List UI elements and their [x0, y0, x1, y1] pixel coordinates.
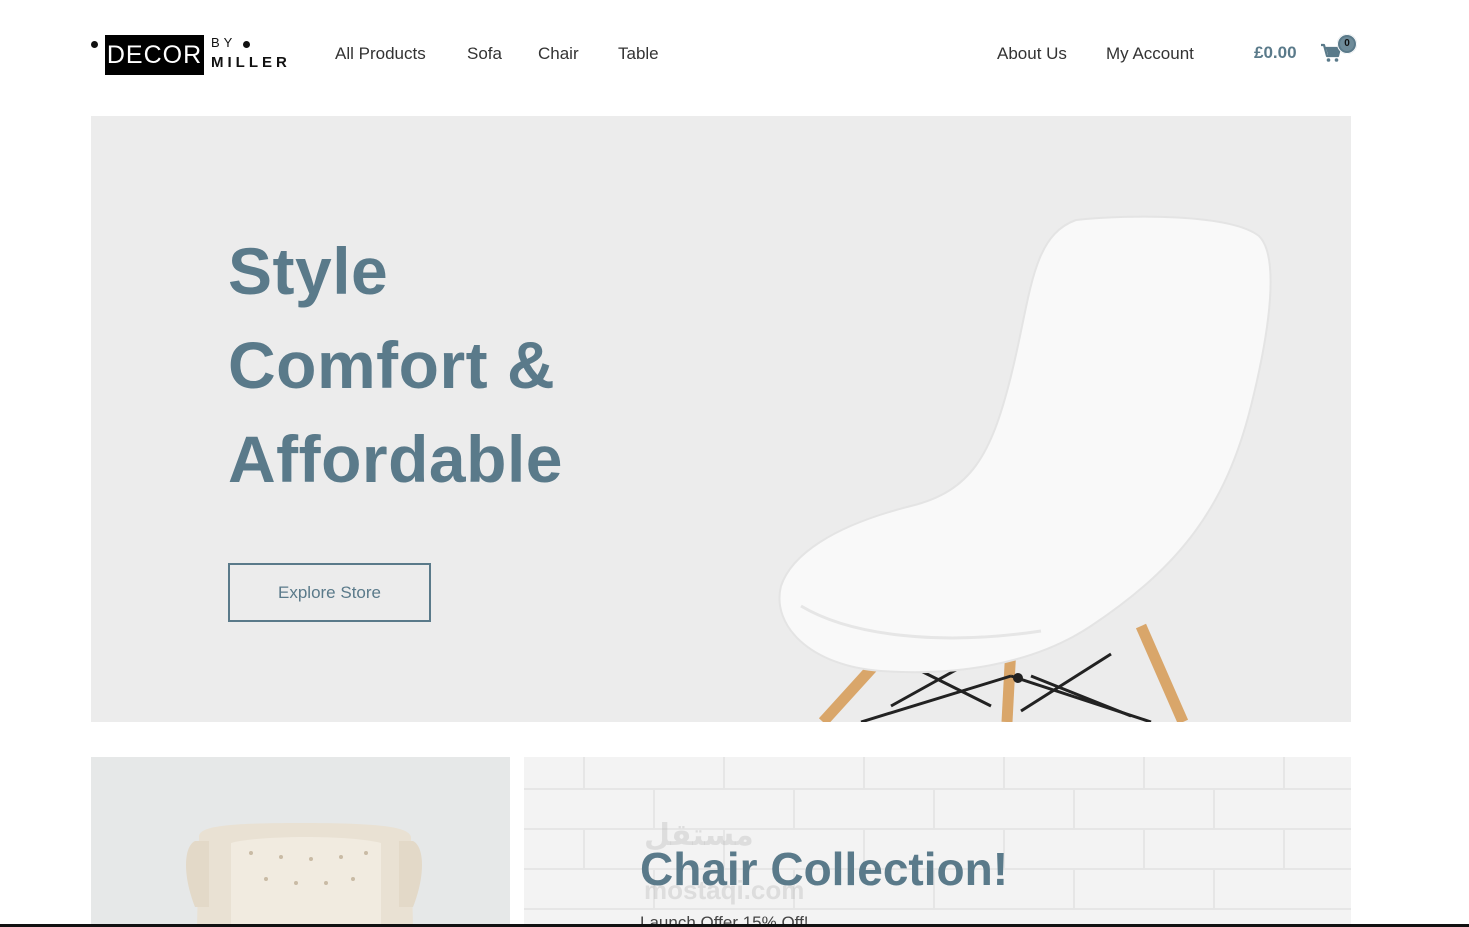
- cart-total[interactable]: £0.00: [1254, 43, 1297, 63]
- explore-store-button[interactable]: Explore Store: [228, 563, 431, 622]
- logo-by-text: BY: [211, 35, 237, 50]
- nav-table[interactable]: Table: [618, 44, 659, 64]
- hero-line-2: Comfort &: [228, 328, 556, 402]
- hero-headline: Style Comfort & Affordable: [228, 224, 828, 506]
- armchair-promo-card[interactable]: [91, 757, 510, 927]
- hero-banner: Style Comfort & Affordable Explore Store: [91, 116, 1351, 722]
- hero-line-1: Style: [228, 234, 389, 308]
- brand-logo[interactable]: DECOR BY MILLER: [91, 33, 296, 77]
- chair-collection-card[interactable]: مستقل mostaqi.com Chair Collection! Laun…: [524, 757, 1351, 927]
- hero-line-3: Affordable: [228, 422, 563, 496]
- nav-all-products[interactable]: All Products: [335, 44, 426, 64]
- logo-dot: [91, 41, 98, 48]
- logo-dot: [243, 41, 250, 48]
- nav-sofa[interactable]: Sofa: [467, 44, 502, 64]
- nav-about-us[interactable]: About Us: [997, 44, 1067, 64]
- nav-my-account[interactable]: My Account: [1106, 44, 1194, 64]
- logo-decor-text: DECOR: [105, 35, 204, 75]
- site-header: DECOR BY MILLER All Products Sofa Chair …: [0, 0, 1469, 108]
- logo-miller-text: MILLER: [211, 54, 291, 71]
- collection-title: Chair Collection!: [640, 843, 1009, 895]
- cart-count-badge: 0: [1337, 34, 1357, 54]
- armchair-image: [186, 823, 422, 927]
- cart-count: 0: [1340, 37, 1354, 51]
- nav-chair[interactable]: Chair: [538, 44, 579, 64]
